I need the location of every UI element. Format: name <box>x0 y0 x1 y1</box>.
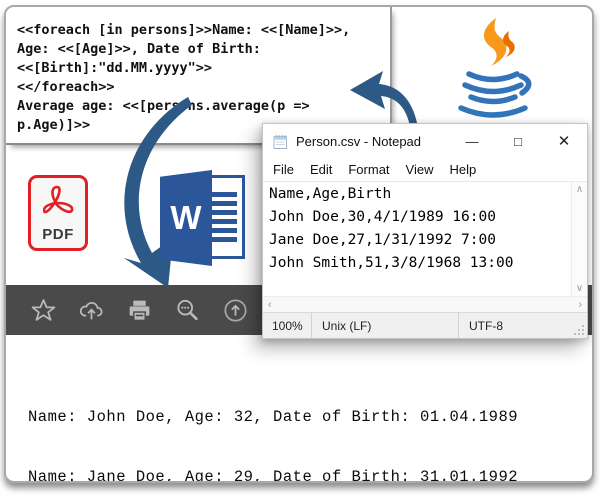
scroll-down-icon[interactable]: ∨ <box>576 283 583 294</box>
notepad-titlebar[interactable]: Person.csv - Notepad — □ ✕ <box>263 124 587 158</box>
java-logo-icon <box>450 18 536 118</box>
notepad-body: Name,Age,Birth John Doe,30,4/1/1989 16:0… <box>263 181 587 296</box>
report-output: Name: John Doe, Age: 32, Date of Birth: … <box>28 367 538 483</box>
notepad-statusbar: 100% Unix (LF) UTF-8 <box>263 312 587 338</box>
vertical-scrollbar[interactable]: ∧ ∨ <box>571 182 587 296</box>
cloud-upload-icon[interactable] <box>78 297 105 324</box>
menu-view[interactable]: View <box>398 162 442 177</box>
notepad-window: Person.csv - Notepad — □ ✕ File Edit For… <box>262 123 588 339</box>
print-icon[interactable] <box>126 297 153 324</box>
menu-file[interactable]: File <box>265 162 302 177</box>
word-panel: W <box>160 170 212 266</box>
minimize-button[interactable]: — <box>449 124 495 158</box>
collage-frame: <<foreach [in persons]>>Name: <<[Name]>>… <box>4 5 594 483</box>
collage-canvas: <<foreach [in persons]>>Name: <<[Name]>>… <box>0 0 600 500</box>
word-letter: W <box>170 199 201 237</box>
notepad-text-area[interactable]: Name,Age,Birth John Doe,30,4/1/1989 16:0… <box>263 182 571 296</box>
notepad-app-icon <box>272 133 289 150</box>
notepad-menubar: File Edit Format View Help <box>263 158 587 181</box>
output-line: Name: Jane Doe, Age: 29, Date of Birth: … <box>28 467 538 483</box>
status-zoom: 100% <box>263 319 311 333</box>
star-icon[interactable] <box>30 297 57 324</box>
menu-edit[interactable]: Edit <box>302 162 340 177</box>
close-button[interactable]: ✕ <box>541 124 587 158</box>
window-title: Person.csv - Notepad <box>296 134 421 149</box>
scroll-up-icon[interactable]: ∧ <box>576 184 583 195</box>
zoom-search-icon[interactable] <box>174 297 201 324</box>
word-file-icon: W <box>160 170 248 266</box>
window-controls: — □ ✕ <box>449 124 587 158</box>
horizontal-scrollbar[interactable]: ‹ › <box>263 296 587 312</box>
acrobat-swoosh-icon <box>43 185 74 219</box>
upload-circle-icon[interactable] <box>222 297 249 324</box>
scroll-left-icon[interactable]: ‹ <box>268 299 272 311</box>
status-eol: Unix (LF) <box>311 313 458 338</box>
scroll-right-icon[interactable]: › <box>578 299 582 311</box>
pdf-label: PDF <box>42 226 74 243</box>
pdf-file-icon: PDF <box>28 175 88 251</box>
menu-format[interactable]: Format <box>340 162 397 177</box>
resize-grip-icon[interactable] <box>573 324 585 336</box>
menu-help[interactable]: Help <box>441 162 484 177</box>
output-line: Name: John Doe, Age: 32, Date of Birth: … <box>28 407 538 427</box>
maximize-button[interactable]: □ <box>495 124 541 158</box>
status-encoding: UTF-8 <box>458 313 587 338</box>
